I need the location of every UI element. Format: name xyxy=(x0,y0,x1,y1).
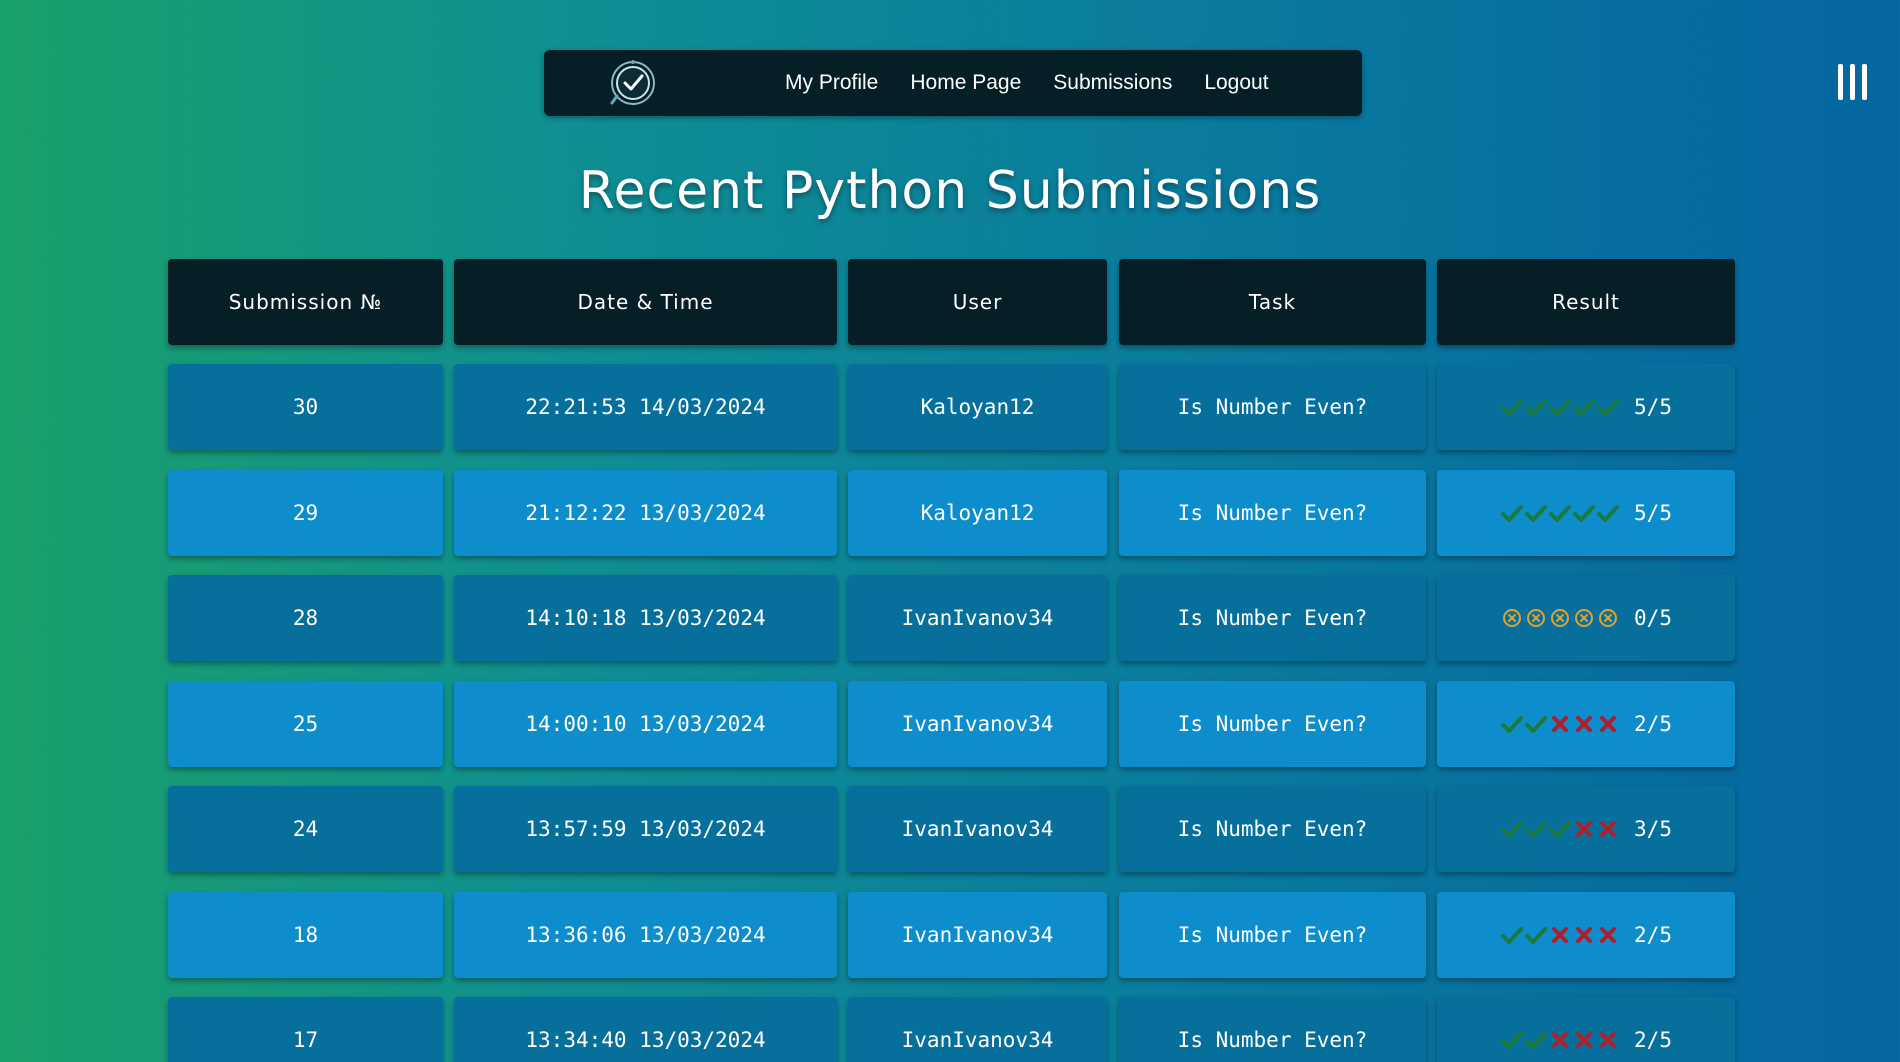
cell-result: 2/5 xyxy=(1437,892,1735,978)
cell-task: Is Number Even? xyxy=(1119,470,1426,556)
cell-submission-number: 24 xyxy=(168,786,443,872)
column-header-submission-number: Submission № xyxy=(168,259,443,345)
circle-x-icon xyxy=(1524,607,1548,629)
cell-result: 5/5 xyxy=(1437,364,1735,450)
circle-x-icon xyxy=(1572,607,1596,629)
cell-result: 3/5 xyxy=(1437,786,1735,872)
check-icon xyxy=(1596,396,1620,418)
nav-link-submissions[interactable]: Submissions xyxy=(1053,71,1172,95)
cell-task: Is Number Even? xyxy=(1119,681,1426,767)
page-title: Recent Python Submissions xyxy=(578,161,1322,221)
cell-user: IvanIvanov34 xyxy=(848,575,1107,661)
cell-submission-number: 30 xyxy=(168,364,443,450)
test-result-marks xyxy=(1500,924,1620,946)
test-result-marks xyxy=(1500,1029,1620,1051)
cell-user: IvanIvanov34 xyxy=(848,997,1107,1062)
column-header-user: User xyxy=(848,259,1107,345)
cell-task: Is Number Even? xyxy=(1119,786,1426,872)
cell-task: Is Number Even? xyxy=(1119,364,1426,450)
check-icon xyxy=(1548,396,1572,418)
test-result-marks xyxy=(1500,713,1620,735)
score-text: 2/5 xyxy=(1634,712,1672,736)
cell-user: Kaloyan12 xyxy=(848,364,1107,450)
cell-user: IvanIvanov34 xyxy=(848,892,1107,978)
score-text: 3/5 xyxy=(1634,817,1672,841)
cell-date-time: 22:21:53 14/03/2024 xyxy=(454,364,837,450)
cell-result: 0/5 xyxy=(1437,575,1735,661)
column-header-result: Result xyxy=(1437,259,1735,345)
check-icon xyxy=(1500,818,1524,840)
check-icon xyxy=(1524,713,1548,735)
cell-user: IvanIvanov34 xyxy=(848,786,1107,872)
cell-submission-number: 18 xyxy=(168,892,443,978)
check-icon xyxy=(1524,502,1548,524)
cell-submission-number: 25 xyxy=(168,681,443,767)
nav-link-logout[interactable]: Logout xyxy=(1204,71,1268,95)
cross-icon xyxy=(1596,1029,1620,1051)
cross-icon xyxy=(1572,1029,1596,1051)
nav-link-my-profile[interactable]: My Profile xyxy=(785,71,878,95)
column-header-task: Task xyxy=(1119,259,1426,345)
cell-date-time: 13:34:40 13/03/2024 xyxy=(454,997,837,1062)
score-text: 2/5 xyxy=(1634,923,1672,947)
cross-icon xyxy=(1572,818,1596,840)
cell-submission-number: 17 xyxy=(168,997,443,1062)
score-text: 5/5 xyxy=(1634,501,1672,525)
cell-user: Kaloyan12 xyxy=(848,470,1107,556)
check-icon xyxy=(1572,396,1596,418)
check-icon xyxy=(1572,502,1596,524)
check-icon xyxy=(1548,502,1572,524)
check-icon xyxy=(1500,713,1524,735)
check-icon xyxy=(1548,818,1572,840)
column-header-date-time: Date & Time xyxy=(454,259,837,345)
check-icon xyxy=(1500,502,1524,524)
score-text: 0/5 xyxy=(1634,606,1672,630)
circle-x-icon xyxy=(1596,607,1620,629)
navbar: My Profile Home Page Submissions Logout xyxy=(544,50,1362,116)
cell-date-time: 21:12:22 13/03/2024 xyxy=(454,470,837,556)
check-icon xyxy=(1524,818,1548,840)
check-icon xyxy=(1524,1029,1548,1051)
cell-task: Is Number Even? xyxy=(1119,892,1426,978)
cross-icon xyxy=(1596,818,1620,840)
test-result-marks xyxy=(1500,396,1620,418)
circle-x-icon xyxy=(1548,607,1572,629)
cross-icon xyxy=(1572,924,1596,946)
test-result-marks xyxy=(1500,818,1620,840)
circle-x-icon xyxy=(1500,607,1524,629)
cross-icon xyxy=(1596,713,1620,735)
cross-icon xyxy=(1548,924,1572,946)
cell-result: 2/5 xyxy=(1437,997,1735,1062)
cell-task: Is Number Even? xyxy=(1119,997,1426,1062)
cell-date-time: 13:57:59 13/03/2024 xyxy=(454,786,837,872)
check-icon xyxy=(1524,924,1548,946)
cell-date-time: 14:00:10 13/03/2024 xyxy=(454,681,837,767)
cell-result: 2/5 xyxy=(1437,681,1735,767)
score-text: 2/5 xyxy=(1634,1028,1672,1052)
nav-link-home-page[interactable]: Home Page xyxy=(910,71,1021,95)
check-icon xyxy=(1500,924,1524,946)
logo-icon[interactable] xyxy=(608,58,658,108)
nav-links: My Profile Home Page Submissions Logout xyxy=(785,50,1301,116)
cell-user: IvanIvanov34 xyxy=(848,681,1107,767)
cell-submission-number: 28 xyxy=(168,575,443,661)
check-icon xyxy=(1524,396,1548,418)
test-result-marks xyxy=(1500,502,1620,524)
menu-icon[interactable] xyxy=(1838,64,1870,100)
check-icon xyxy=(1500,1029,1524,1051)
cross-icon xyxy=(1572,713,1596,735)
cell-date-time: 14:10:18 13/03/2024 xyxy=(454,575,837,661)
cell-result: 5/5 xyxy=(1437,470,1735,556)
test-result-marks xyxy=(1500,607,1620,629)
cell-submission-number: 29 xyxy=(168,470,443,556)
cell-task: Is Number Even? xyxy=(1119,575,1426,661)
cross-icon xyxy=(1548,713,1572,735)
cell-date-time: 13:36:06 13/03/2024 xyxy=(454,892,837,978)
score-text: 5/5 xyxy=(1634,395,1672,419)
check-icon xyxy=(1596,502,1620,524)
check-icon xyxy=(1500,396,1524,418)
cross-icon xyxy=(1548,1029,1572,1051)
cross-icon xyxy=(1596,924,1620,946)
